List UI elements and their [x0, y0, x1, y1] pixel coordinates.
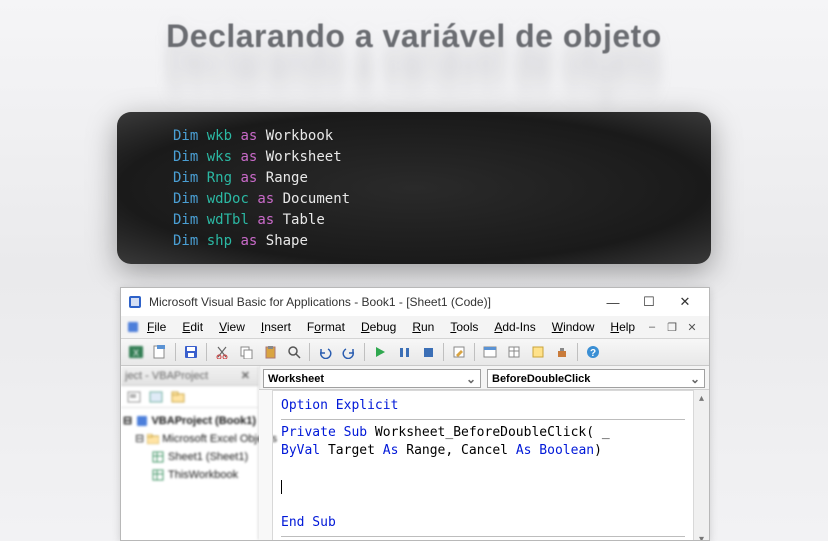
menu-debug[interactable]: Debug — [353, 318, 404, 336]
copy-icon[interactable] — [235, 341, 257, 363]
standard-toolbar: X ? — [121, 338, 709, 366]
workbook-icon — [151, 469, 165, 481]
view-code-icon[interactable] — [125, 388, 143, 406]
mdi-close-button[interactable]: ✕ — [685, 320, 699, 334]
run-icon[interactable] — [369, 341, 391, 363]
code-dropdowns: Worksheet BeforeDoubleClick — [259, 366, 709, 390]
undo-icon[interactable] — [314, 341, 336, 363]
menu-view[interactable]: View — [211, 318, 253, 336]
project-pane-close-icon[interactable]: ✕ — [237, 369, 254, 382]
collapse-icon[interactable]: ⊟ — [123, 413, 132, 429]
folder-icon — [147, 433, 159, 445]
close-button[interactable]: ✕ — [667, 288, 703, 316]
project-pane-titlebar: ject - VBAProject ✕ — [121, 366, 258, 386]
toolbox-icon[interactable] — [551, 341, 573, 363]
insert-module-icon[interactable] — [149, 341, 171, 363]
menu-format[interactable]: Format — [299, 318, 353, 336]
tree-item-sheet1[interactable]: Sheet1 (Sheet1) — [123, 448, 256, 466]
code-line: Dim Rng as Range — [173, 168, 655, 189]
minimize-button[interactable]: — — [595, 288, 631, 316]
page-title: Declarando a variável de objeto — [0, 18, 828, 55]
code-gutter — [259, 390, 273, 540]
project-explorer-icon[interactable] — [479, 341, 501, 363]
menu-run[interactable]: Run — [404, 318, 442, 336]
worksheet-icon — [151, 451, 165, 463]
reset-icon[interactable] — [417, 341, 439, 363]
menu-addins[interactable]: Add-Ins — [486, 318, 543, 336]
break-icon[interactable] — [393, 341, 415, 363]
project-explorer-pane: ject - VBAProject ✕ ⊟ VBAProject (Book1)… — [121, 366, 259, 540]
window-titlebar: Microsoft Visual Basic for Applications … — [121, 288, 709, 316]
procedure-separator — [281, 536, 685, 537]
view-excel-icon[interactable]: X — [125, 341, 147, 363]
save-icon[interactable] — [180, 341, 202, 363]
project-pane-toolbar — [121, 386, 258, 408]
object-combo[interactable]: Worksheet — [263, 369, 481, 388]
view-object-icon[interactable] — [147, 388, 165, 406]
vba-ide-window: Microsoft Visual Basic for Applications … — [120, 287, 710, 541]
menu-bar: File Edit View Insert Format Debug Run T… — [121, 316, 709, 338]
system-menu-icon[interactable] — [127, 321, 139, 333]
vertical-scrollbar[interactable]: ▴ ▾ — [693, 390, 709, 540]
window-controls: — ☐ ✕ — [595, 288, 703, 316]
procedure-combo[interactable]: BeforeDoubleClick — [487, 369, 705, 388]
menu-help[interactable]: Help — [602, 318, 643, 336]
scroll-down-icon[interactable]: ▾ — [694, 531, 709, 540]
svg-text:?: ? — [590, 348, 596, 359]
menu-tools[interactable]: Tools — [442, 318, 486, 336]
design-mode-icon[interactable] — [448, 341, 470, 363]
code-sample-block: Dim wkb as Workbook Dim wks as Worksheet… — [117, 112, 711, 264]
mdi-restore-button[interactable]: ❐ — [665, 320, 679, 334]
maximize-button[interactable]: ☐ — [631, 288, 667, 316]
code-line: Dim wkb as Workbook — [173, 126, 655, 147]
redo-icon[interactable] — [338, 341, 360, 363]
vbaproject-icon — [135, 415, 148, 427]
tree-root[interactable]: ⊟ VBAProject (Book1) — [123, 412, 256, 430]
code-line: Dim wks as Worksheet — [173, 147, 655, 168]
code-editor[interactable]: Option Explicit Private Sub Worksheet_Be… — [259, 390, 709, 540]
code-pane: Worksheet BeforeDoubleClick Option Expli… — [259, 366, 709, 540]
menu-edit[interactable]: Edit — [174, 318, 211, 336]
cut-icon[interactable] — [211, 341, 233, 363]
tree-item-thisworkbook[interactable]: ThisWorkbook — [123, 466, 256, 484]
declaration-separator — [281, 419, 685, 420]
vba-app-icon — [127, 294, 143, 310]
code-line: Dim wdDoc as Document — [173, 189, 655, 210]
toggle-folders-icon[interactable] — [169, 388, 187, 406]
help-icon[interactable]: ? — [582, 341, 604, 363]
paste-icon[interactable] — [259, 341, 281, 363]
menu-window[interactable]: Window — [544, 318, 603, 336]
code-text-area[interactable]: Option Explicit Private Sub Worksheet_Be… — [273, 390, 693, 540]
menu-insert[interactable]: Insert — [253, 318, 299, 336]
menu-file[interactable]: File — [139, 318, 174, 336]
find-icon[interactable] — [283, 341, 305, 363]
collapse-icon[interactable]: ⊟ — [135, 431, 144, 447]
properties-window-icon[interactable] — [503, 341, 525, 363]
mdi-minimize-button[interactable]: – — [645, 320, 659, 334]
svg-text:X: X — [133, 348, 139, 358]
window-title: Microsoft Visual Basic for Applications … — [149, 295, 595, 309]
code-line: Dim shp as Shape — [173, 231, 655, 252]
scroll-up-icon[interactable]: ▴ — [694, 390, 709, 406]
text-cursor — [281, 480, 282, 494]
project-tree: ⊟ VBAProject (Book1) ⊟ Microsoft Excel O… — [121, 408, 258, 488]
tree-folder[interactable]: ⊟ Microsoft Excel Objects — [123, 430, 256, 448]
code-line: Dim wdTbl as Table — [173, 210, 655, 231]
object-browser-icon[interactable] — [527, 341, 549, 363]
project-pane-title: ject - VBAProject — [125, 370, 208, 382]
